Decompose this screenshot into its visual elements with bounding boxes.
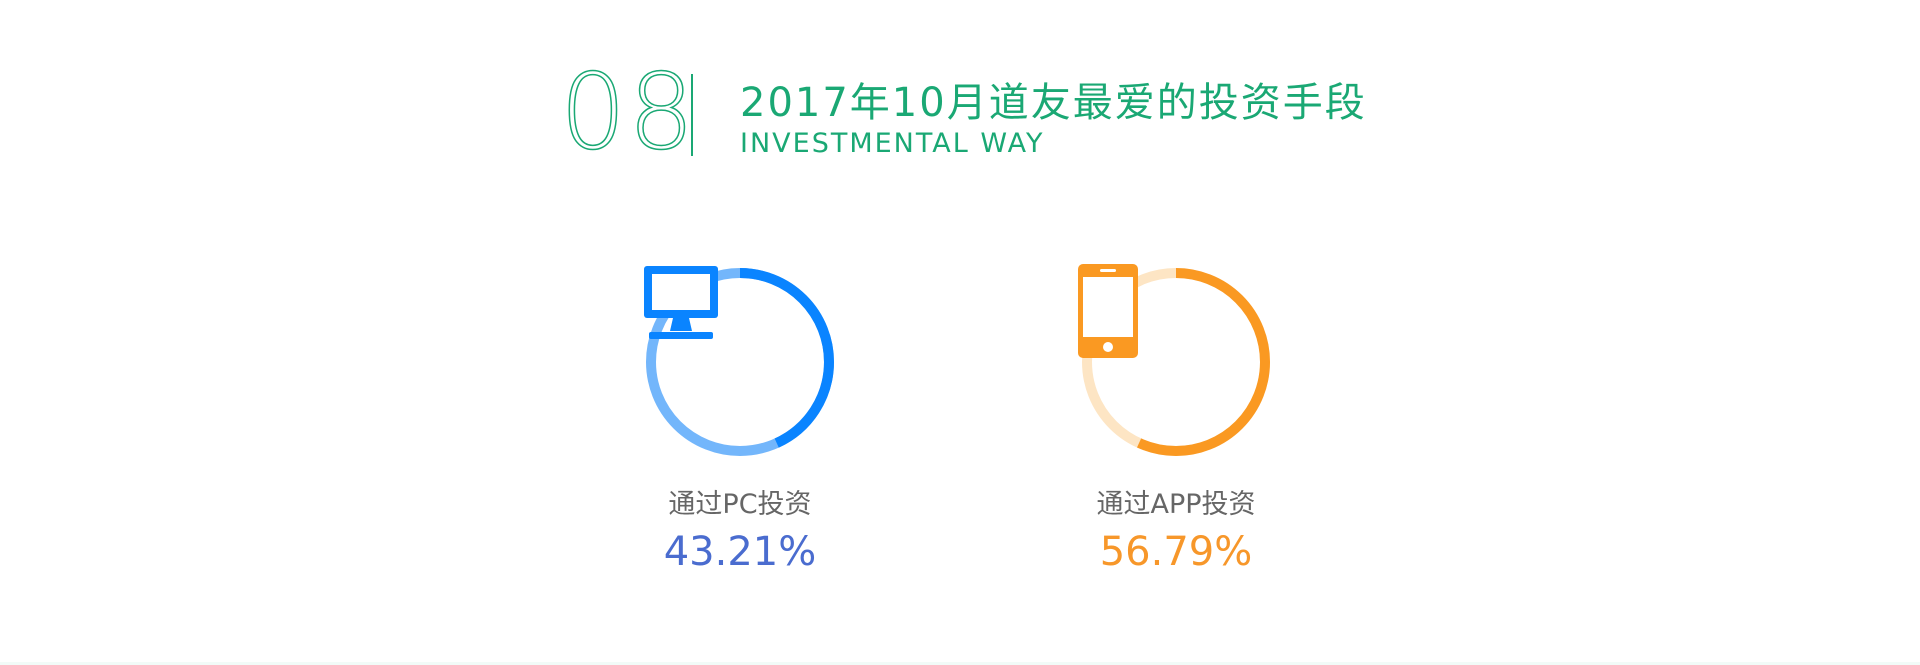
smartphone-icon xyxy=(1078,264,1274,460)
app-stat-card: 通过APP投资 56.79% xyxy=(1046,264,1306,575)
section-number: 08 xyxy=(559,51,697,173)
section-header: 08 2017年10月道友最爱的投资手段 INVESTMENTAL WAY xyxy=(559,51,1460,173)
page-subtitle: INVESTMENTAL WAY xyxy=(740,128,1045,159)
app-label: 通过APP投资 xyxy=(1096,489,1256,520)
pc-stat-card: 通过PC投资 43.21% xyxy=(610,264,870,575)
pc-percentage: 43.21% xyxy=(663,529,817,575)
header-divider xyxy=(691,74,693,156)
app-percentage: 56.79% xyxy=(1099,529,1253,575)
pc-ring xyxy=(642,264,838,460)
pc-label: 通过PC投资 xyxy=(668,489,812,520)
app-ring xyxy=(1078,264,1274,460)
page-title: 2017年10月道友最爱的投资手段 xyxy=(740,80,1367,126)
desktop-monitor-icon xyxy=(642,264,838,460)
